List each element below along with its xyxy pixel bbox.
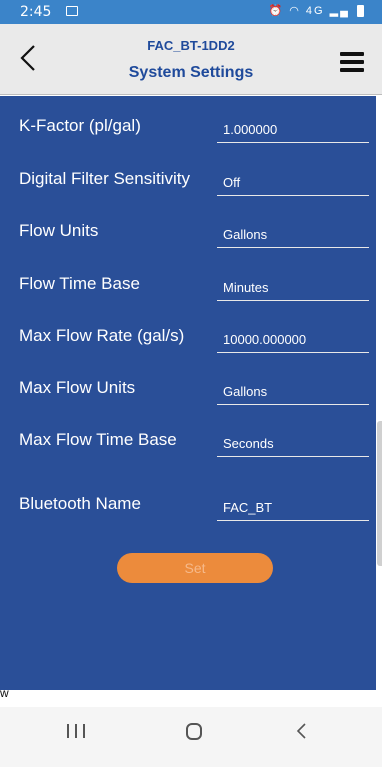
system-back-button[interactable] <box>292 720 312 742</box>
wifi-icon: ◠ <box>289 5 301 17</box>
setting-row-k-factor: K-Factor (pl/gal) 1.000000 <box>0 108 376 148</box>
setting-row-digital-filter: Digital Filter Sensitivity Off <box>0 161 376 201</box>
status-bar: 2:45 ⏰ ◠ 4G ▂▄ <box>0 0 382 24</box>
max-flow-units-input[interactable]: Gallons <box>217 381 369 405</box>
setting-row-flow-units: Flow Units Gallons <box>0 213 376 253</box>
status-icons: ⏰ ◠ 4G ▂▄ <box>268 4 364 18</box>
setting-row-flow-time-base: Flow Time Base Minutes <box>0 266 376 306</box>
bluetooth-name-input[interactable]: FAC_BT <box>217 497 369 521</box>
setting-label: Flow Time Base <box>19 274 140 293</box>
setting-row-max-flow-rate: Max Flow Rate (gal/s) 10000.000000 <box>0 318 376 358</box>
gallery-notification-icon <box>66 6 78 16</box>
signal-icon: ▂▄ <box>329 5 350 17</box>
network-type: 4G <box>305 5 325 17</box>
clipped-text: w <box>0 686 9 700</box>
setting-label: K-Factor (pl/gal) <box>19 116 141 135</box>
app-header: FAC_BT-1DD2 System Settings <box>0 24 382 95</box>
flow-units-input[interactable]: Gallons <box>217 224 369 248</box>
setting-row-max-flow-units: Max Flow Units Gallons <box>0 370 376 410</box>
recents-button[interactable] <box>67 724 85 740</box>
alarm-icon: ⏰ <box>268 5 285 17</box>
setting-row-bluetooth-name: Bluetooth Name FAC_BT <box>0 486 376 526</box>
hamburger-menu-icon <box>340 52 364 56</box>
status-time: 2:45 <box>20 4 52 20</box>
page-title: System Settings <box>128 64 254 81</box>
k-factor-input[interactable]: 1.000000 <box>217 119 369 143</box>
scrollbar[interactable] <box>377 421 382 566</box>
set-button[interactable]: Set <box>117 553 273 583</box>
chevron-left-icon <box>296 723 306 739</box>
battery-icon <box>357 5 364 18</box>
recents-icon <box>67 724 69 738</box>
setting-label: Max Flow Rate (gal/s) <box>19 326 185 345</box>
setting-label: Max Flow Units <box>19 378 136 397</box>
setting-label: Flow Units <box>19 221 99 240</box>
settings-panel: K-Factor (pl/gal) 1.000000 Digital Filte… <box>0 96 376 690</box>
max-flow-rate-input[interactable]: 10000.000000 <box>217 329 369 353</box>
max-flow-time-base-input[interactable]: Seconds <box>217 433 369 457</box>
home-button[interactable] <box>186 723 202 740</box>
digital-filter-input[interactable]: Off <box>217 172 369 196</box>
menu-button[interactable] <box>340 52 364 72</box>
flow-time-base-input[interactable]: Minutes <box>217 277 369 301</box>
setting-label: Max Flow Time Base <box>19 430 177 449</box>
system-nav-bar <box>0 707 382 767</box>
device-name: FAC_BT-1DD2 <box>147 38 235 53</box>
setting-row-max-flow-time-base: Max Flow Time Base Seconds <box>0 422 376 462</box>
setting-label: Bluetooth Name <box>19 494 141 513</box>
setting-label: Digital Filter Sensitivity <box>19 169 190 188</box>
